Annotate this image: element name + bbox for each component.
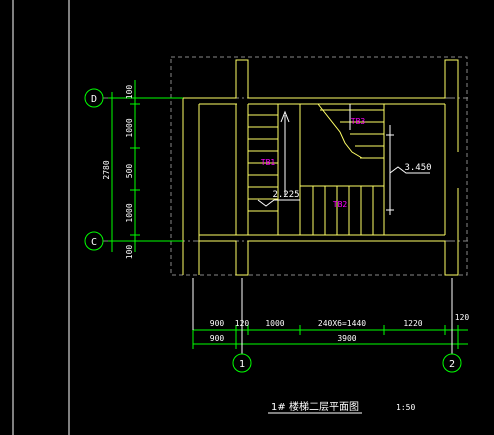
stair-tag-tb2[interactable]: TB2 bbox=[333, 200, 348, 209]
dim-500: 500 bbox=[125, 164, 134, 179]
dim-900-row1: 900 bbox=[210, 319, 225, 328]
left-dimension-chain bbox=[108, 80, 183, 252]
dim-1220-row1: 1220 bbox=[403, 319, 422, 328]
dim-900-row2: 900 bbox=[210, 334, 225, 343]
axis-label-2: 2 bbox=[449, 359, 455, 370]
stair-tag-tb1[interactable]: TB1 bbox=[261, 158, 276, 167]
axis-label-c: C bbox=[91, 237, 97, 248]
dim-bottom-100: 100 bbox=[125, 245, 134, 260]
dim-1000-a: 1000 bbox=[125, 118, 134, 137]
axis-bubble-d[interactable]: D bbox=[84, 88, 104, 108]
axis-label-1: 1 bbox=[239, 359, 245, 370]
elevation-lower-text: 2.225 bbox=[272, 190, 299, 200]
dim-1000-b: 1000 bbox=[125, 203, 134, 222]
axis-bubble-2[interactable]: 2 bbox=[442, 353, 462, 373]
dim-top-100: 100 bbox=[125, 85, 134, 100]
cad-drawing-canvas[interactable]: D C 1 2 2780 100 1000 500 1000 100 900 1… bbox=[0, 0, 494, 435]
dim-steps-row1: 240X6=1440 bbox=[318, 319, 366, 328]
dim-1000-row1: 1000 bbox=[265, 319, 284, 328]
dim-120-row1: 120 bbox=[235, 319, 250, 328]
stair-tag-tb3[interactable]: TB3 bbox=[351, 117, 366, 126]
dim-3900-row2: 3900 bbox=[337, 334, 356, 343]
axis-label-d: D bbox=[91, 94, 97, 105]
stair-flight-upper bbox=[299, 103, 385, 235]
axis-bubble-1[interactable]: 1 bbox=[232, 353, 252, 373]
bottom-dimension-chain bbox=[192, 325, 468, 349]
elevation-upper-text: 3.450 bbox=[404, 163, 431, 173]
dim-total-height: 2780 bbox=[102, 160, 111, 179]
axis-bubble-c[interactable]: C bbox=[84, 231, 104, 251]
drawing-title: 1# 楼梯二层平面图 bbox=[271, 400, 359, 413]
elevation-marker-lower bbox=[257, 199, 300, 207]
drawing-scale: 1:50 bbox=[396, 403, 415, 412]
stair-flight-lower bbox=[248, 104, 279, 235]
dim-120-right: 120 bbox=[455, 313, 470, 322]
axis-extension-lines bbox=[192, 278, 453, 354]
